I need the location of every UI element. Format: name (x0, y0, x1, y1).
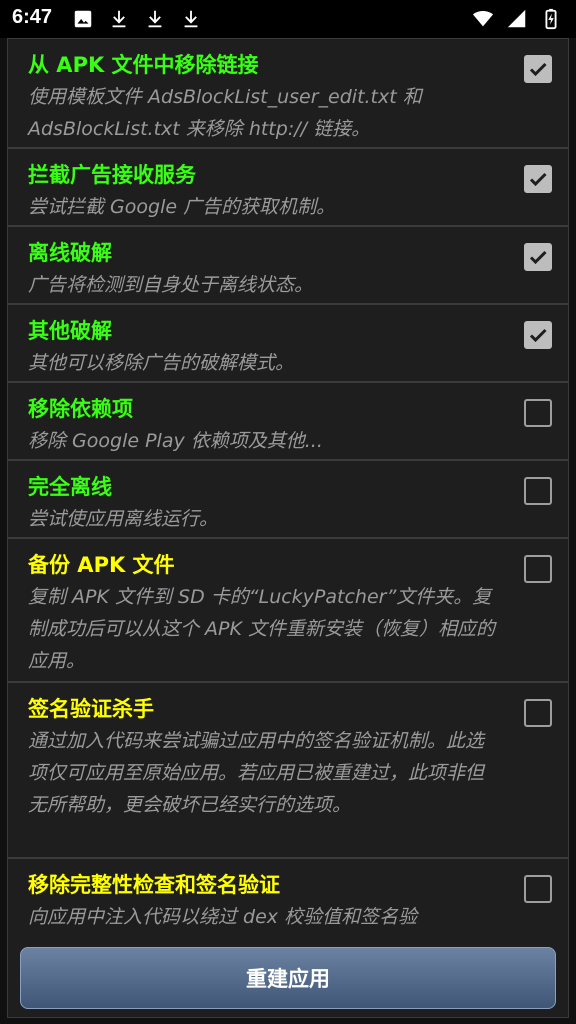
option-description: 使用模板文件 AdsBlockList_user_edit.txt 和 AdsB… (28, 86, 422, 140)
image-icon (74, 10, 92, 28)
option-item[interactable]: 其他破解其他可以移除广告的破解模式。 (8, 305, 568, 383)
option-item[interactable]: 从 APK 文件中移除链接使用模板文件 AdsBlockList_user_ed… (8, 39, 568, 149)
option-checkbox[interactable] (524, 321, 552, 349)
option-description: 尝试拦截 Google 广告的获取机制。 (28, 196, 336, 218)
checkmark-icon (529, 172, 547, 187)
battery-charging-icon (545, 8, 557, 30)
option-title: 移除完整性检查和签名验证 (28, 873, 280, 897)
download-icon (148, 10, 162, 28)
notification-icons (72, 8, 202, 30)
option-checkbox[interactable] (524, 55, 552, 83)
wifi-icon (472, 10, 494, 27)
option-description: 移除 Google Play 依赖项及其他... (28, 430, 323, 452)
option-description: 广告将检测到自身处于离线状态。 (28, 274, 314, 296)
option-item[interactable]: 完全离线尝试使应用离线运行。 (8, 461, 568, 539)
option-checkbox[interactable] (524, 165, 552, 193)
status-bar: 6:47 (0, 0, 576, 38)
option-title: 离线破解 (28, 241, 112, 265)
option-title: 从 APK 文件中移除链接 (28, 53, 259, 77)
option-item[interactable]: 签名验证杀手通过加入代码来尝试骗过应用中的签名验证机制。此选项仅可应用至原始应用… (8, 683, 568, 859)
option-title: 拦截广告接收服务 (28, 163, 196, 187)
option-checkbox[interactable] (524, 399, 552, 427)
option-item[interactable]: 离线破解广告将检测到自身处于离线状态。 (8, 227, 568, 305)
option-checkbox[interactable] (524, 699, 552, 727)
rebuild-app-button[interactable]: 重建应用 (20, 947, 556, 1009)
option-item[interactable]: 移除完整性检查和签名验证向应用中注入代码以绕过 dex 校验值和签名验 (8, 859, 568, 939)
option-checkbox[interactable] (524, 477, 552, 505)
option-title: 签名验证杀手 (28, 697, 154, 721)
option-description: 尝试使应用离线运行。 (28, 508, 219, 530)
option-title: 其他破解 (28, 319, 112, 343)
option-item[interactable]: 备份 APK 文件复制 APK 文件到 SD 卡的“LuckyPatcher”文… (8, 539, 568, 683)
checkmark-icon (529, 328, 547, 343)
signal-icon (507, 9, 526, 28)
option-description: 向应用中注入代码以绕过 dex 校验值和签名验 (28, 906, 418, 928)
option-checkbox[interactable] (524, 875, 552, 903)
checkmark-icon (529, 62, 547, 77)
option-description: 通过加入代码来尝试骗过应用中的签名验证机制。此选项仅可应用至原始应用。若应用已被… (28, 730, 485, 816)
option-title: 备份 APK 文件 (28, 553, 175, 577)
option-item[interactable]: 移除依赖项移除 Google Play 依赖项及其他... (8, 383, 568, 461)
option-description: 复制 APK 文件到 SD 卡的“LuckyPatcher”文件夹。复制成功后可… (28, 586, 495, 672)
checkmark-icon (529, 250, 547, 265)
option-checkbox[interactable] (524, 243, 552, 271)
system-icons (472, 8, 562, 30)
download-icon (112, 10, 126, 28)
download-icon (184, 10, 198, 28)
option-description: 其他可以移除广告的破解模式。 (28, 352, 295, 374)
option-title: 完全离线 (28, 475, 112, 499)
status-time: 6:47 (12, 6, 53, 28)
option-checkbox[interactable] (524, 555, 552, 583)
option-item[interactable]: 拦截广告接收服务尝试拦截 Google 广告的获取机制。 (8, 149, 568, 227)
option-list[interactable]: 从 APK 文件中移除链接使用模板文件 AdsBlockList_user_ed… (8, 39, 568, 939)
rebuild-options-dialog: 从 APK 文件中移除链接使用模板文件 AdsBlockList_user_ed… (7, 38, 569, 1018)
option-title: 移除依赖项 (28, 397, 133, 421)
